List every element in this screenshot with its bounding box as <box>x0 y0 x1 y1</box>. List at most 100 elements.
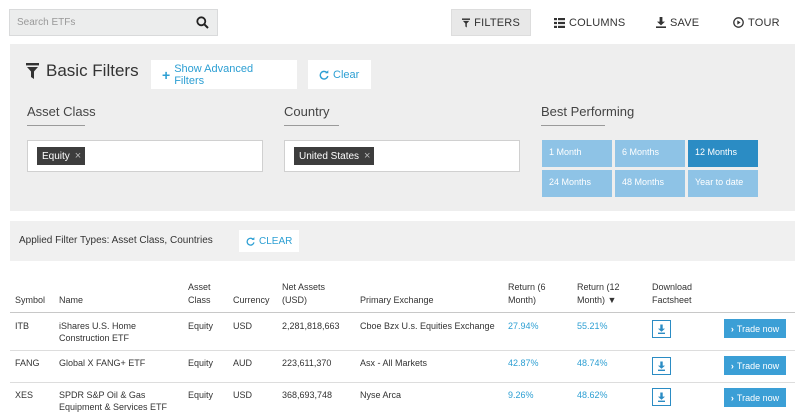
refresh-icon <box>246 236 255 246</box>
row-return-12: 48.74% <box>577 358 608 368</box>
search-placeholder: Search ETFs <box>17 17 76 28</box>
country-tag[interactable]: United States × <box>294 147 375 165</box>
header-name[interactable]: Name <box>59 294 83 307</box>
filters-button[interactable]: FILTERS <box>451 9 531 36</box>
row-return-6: 9.26% <box>508 390 534 400</box>
header-currency[interactable]: Currency <box>233 294 270 307</box>
toolbar: Search ETFs FILTERS COLUMNS SAVE TOUR <box>0 0 800 44</box>
download-icon <box>658 324 665 334</box>
row-divider <box>10 350 795 351</box>
row-name-line2: Equipment & Services ETF <box>59 402 168 412</box>
header-return-6-line2: Month) <box>508 295 537 305</box>
row-asset-class: Equity <box>188 358 214 368</box>
country-label: Country <box>284 104 330 119</box>
trade-now-label: Trade now <box>736 392 780 403</box>
row-return-12: 48.62% <box>577 390 608 400</box>
period-1-month[interactable]: 1 Month <box>542 140 612 167</box>
trade-now-button[interactable]: › Trade now <box>724 356 786 375</box>
row-symbol: XES <box>15 390 34 400</box>
download-factsheet-button[interactable] <box>652 388 671 406</box>
show-advanced-filters-label: Show Advanced Filters <box>174 62 254 87</box>
best-performing-label: Best Performing <box>541 104 635 119</box>
header-asset-class-line1: Asset <box>188 282 211 292</box>
filters-label: FILTERS <box>474 16 520 29</box>
basic-filters-title: Basic Filters <box>26 61 139 81</box>
header-return-6-line1: Return (6 <box>508 282 546 292</box>
download-icon <box>656 17 666 28</box>
header-return-12-line1: Return (12 <box>577 282 620 292</box>
show-advanced-filters-button[interactable]: + Show Advanced Filters <box>151 60 297 89</box>
download-icon <box>658 392 665 402</box>
applied-filters-bar: Applied Filter Types: Asset Class, Count… <box>10 221 795 261</box>
tour-label: TOUR <box>748 16 780 29</box>
plus-icon: + <box>162 66 171 83</box>
clear-applied-button[interactable]: CLEAR <box>239 230 300 252</box>
play-circle-icon <box>733 17 744 28</box>
asset-class-tag-label: Equity <box>42 150 70 162</box>
country-underline <box>284 125 339 126</box>
period-48-months[interactable]: 48 Months <box>615 170 685 197</box>
row-name-line2: Construction ETF <box>59 333 130 343</box>
period-6-months[interactable]: 6 Months <box>615 140 685 167</box>
remove-tag-icon[interactable]: × <box>364 150 370 162</box>
asset-class-field[interactable]: Equity × <box>27 140 263 172</box>
header-asset-class[interactable]: Asset Class <box>188 281 211 307</box>
columns-icon <box>554 17 565 28</box>
header-symbol[interactable]: Symbol <box>15 294 45 307</box>
clear-filters-button[interactable]: Clear <box>308 60 371 89</box>
download-factsheet-button[interactable] <box>652 320 671 338</box>
row-exchange: Asx - All Markets <box>360 358 428 368</box>
row-exchange: Nyse Arca <box>360 390 402 400</box>
header-net-assets-line2: (USD) <box>282 295 307 305</box>
row-asset-class: Equity <box>188 321 214 331</box>
remove-tag-icon[interactable]: × <box>75 150 81 162</box>
clear-applied-label: CLEAR <box>259 235 293 247</box>
row-return-6: 42.87% <box>508 358 539 368</box>
asset-class-tag[interactable]: Equity × <box>37 147 86 165</box>
row-name-line1: SPDR S&P Oil & Gas <box>59 390 146 400</box>
header-net-assets[interactable]: Net Assets (USD) <box>282 281 325 307</box>
header-primary-exchange[interactable]: Primary Exchange <box>360 294 434 307</box>
row-name[interactable]: Global X FANG+ ETF <box>59 357 145 369</box>
header-return-12-line2: Month) ▼ <box>577 295 617 305</box>
save-label: SAVE <box>670 16 700 29</box>
tour-button[interactable]: TOUR <box>733 9 780 36</box>
header-asset-class-line2: Class <box>188 295 211 305</box>
filter-icon <box>462 17 471 28</box>
chevron-right-icon: › <box>730 392 734 403</box>
row-net-assets: 223,611,370 <box>282 358 332 368</box>
search-icon[interactable] <box>196 16 209 29</box>
period-12-months[interactable]: 12 Months <box>688 140 758 167</box>
period-24-months[interactable]: 24 Months <box>542 170 612 197</box>
best-performing-underline <box>541 125 605 126</box>
header-return-6-month[interactable]: Return (6 Month) <box>508 281 546 307</box>
header-return-12-month[interactable]: Return (12 Month) ▼ <box>577 281 620 307</box>
trade-now-button[interactable]: › Trade now <box>724 319 786 338</box>
header-download-factsheet: Download Factsheet <box>652 281 692 307</box>
row-name-line1: Global X FANG+ ETF <box>59 358 146 368</box>
trade-now-button[interactable]: › Trade now <box>724 388 786 407</box>
chevron-right-icon: › <box>730 323 734 334</box>
row-divider <box>10 382 795 383</box>
search-input[interactable]: Search ETFs <box>9 9 218 36</box>
row-exchange: Cboe Bzx U.s. Equities Exchange <box>360 321 495 331</box>
header-download-line1: Download <box>652 282 693 292</box>
asset-class-underline <box>27 125 85 126</box>
row-currency: USD <box>233 390 253 400</box>
columns-label: COLUMNS <box>569 16 626 29</box>
download-factsheet-button[interactable] <box>652 357 671 375</box>
row-name[interactable]: SPDR S&P Oil & Gas Equipment & Services … <box>59 389 167 413</box>
header-download-line2: Factsheet <box>652 295 692 305</box>
columns-button[interactable]: COLUMNS <box>554 9 625 36</box>
row-currency: USD <box>233 321 253 331</box>
row-asset-class: Equity <box>188 390 214 400</box>
asset-class-label: Asset Class <box>27 104 96 119</box>
basic-filters-panel: Basic Filters + Show Advanced Filters Cl… <box>10 44 795 211</box>
row-name-line1: iShares U.S. Home <box>59 321 137 331</box>
period-year-to-date[interactable]: Year to date <box>688 170 758 197</box>
country-tag-label: United States <box>299 150 360 162</box>
country-field[interactable]: United States × <box>284 140 520 172</box>
save-button[interactable]: SAVE <box>656 9 699 36</box>
row-name[interactable]: iShares U.S. Home Construction ETF <box>59 320 136 344</box>
trade-now-label: Trade now <box>736 323 780 334</box>
